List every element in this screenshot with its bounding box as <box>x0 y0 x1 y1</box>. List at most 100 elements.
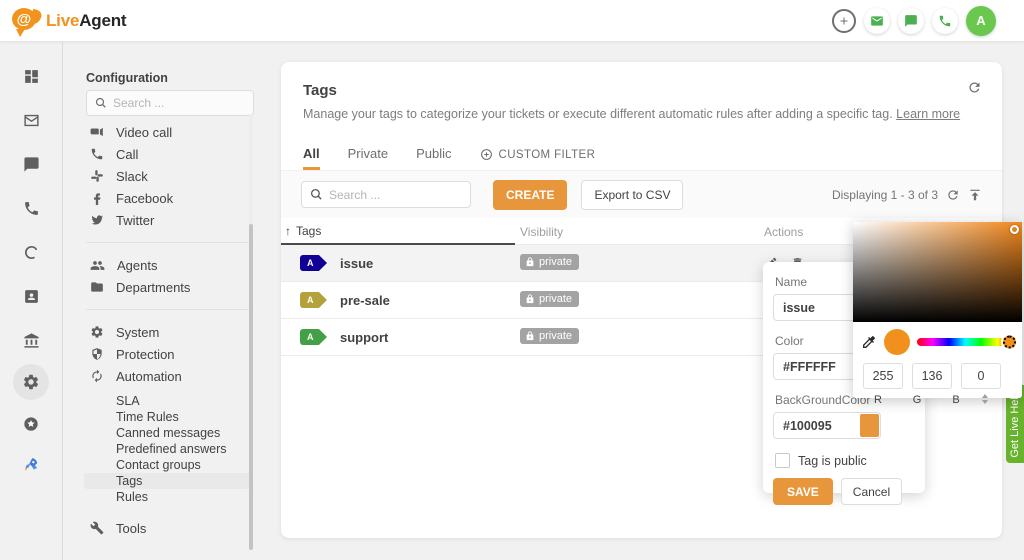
gear-icon <box>90 325 104 339</box>
divider <box>86 309 250 310</box>
refresh-icon <box>967 80 982 95</box>
config-item-system[interactable]: System <box>64 321 264 343</box>
config-item-slack[interactable]: Slack <box>64 165 264 187</box>
nav-billing-button[interactable] <box>13 322 49 358</box>
config-item-video-call[interactable]: Video call <box>64 124 264 143</box>
config-item-tags[interactable]: Tags <box>84 473 250 489</box>
tag-color-pill: A <box>300 255 327 271</box>
tab-public[interactable]: Public <box>416 146 451 170</box>
red-label: R <box>863 394 893 406</box>
tab-private[interactable]: Private <box>348 146 388 170</box>
hue-slider-thumb[interactable] <box>1003 336 1016 349</box>
star-circle-icon <box>23 416 39 432</box>
tag-is-public-checkbox[interactable] <box>775 453 790 468</box>
nav-contacts-button[interactable] <box>13 278 49 314</box>
config-item-call[interactable]: Call <box>64 143 264 165</box>
liveagent-logo[interactable]: @ LiveAgent <box>12 8 126 33</box>
refresh-icon[interactable] <box>946 188 960 202</box>
chat-icon <box>23 156 40 173</box>
tags-toolbar: CREATE Export to CSV Displaying 1 - 3 of… <box>281 171 1002 218</box>
visibility-badge: private <box>520 328 579 344</box>
config-item-rules[interactable]: Rules <box>64 489 250 505</box>
nav-chats-button[interactable] <box>13 146 49 182</box>
color-picker: R G B <box>853 222 1022 398</box>
config-item-tools[interactable]: Tools <box>64 517 264 539</box>
eyedropper-icon[interactable] <box>861 334 877 350</box>
column-header-tags[interactable]: ↑Tags <box>281 218 515 245</box>
config-item-twitter[interactable]: Twitter <box>64 209 264 231</box>
email-icon <box>870 14 884 28</box>
config-menu: Video call Call Slack Facebook Twitter <box>64 124 264 560</box>
top-header: @ LiveAgent A <box>0 0 1024 42</box>
displaying-count: Displaying 1 - 3 of 3 <box>832 188 938 202</box>
config-item-departments[interactable]: Departments <box>64 276 264 298</box>
mode-toggle-icon[interactable] <box>982 394 1012 406</box>
tag-color-pill: A <box>300 292 327 308</box>
new-call-button[interactable] <box>932 8 958 34</box>
background-color-swatch[interactable] <box>860 414 879 437</box>
config-item-facebook[interactable]: Facebook <box>64 187 264 209</box>
learn-more-link[interactable]: Learn more <box>896 107 960 121</box>
slack-icon <box>90 169 104 183</box>
scroll-to-top-icon[interactable] <box>968 188 982 202</box>
panel-refresh-button[interactable] <box>967 80 982 95</box>
tag-name: support <box>340 330 388 345</box>
config-search-box[interactable] <box>86 90 254 116</box>
saturation-area[interactable] <box>853 222 1022 322</box>
wrench-icon <box>90 521 104 535</box>
visibility-badge: private <box>520 291 579 307</box>
nav-calls-button[interactable] <box>13 190 49 226</box>
nav-tickets-button[interactable] <box>13 102 49 138</box>
green-value-input[interactable] <box>912 363 952 389</box>
phone-icon <box>938 14 952 28</box>
create-button[interactable]: CREATE <box>493 180 567 210</box>
config-scrollbar[interactable] <box>249 114 253 550</box>
phone-icon <box>23 200 40 217</box>
tag-name: pre-sale <box>340 293 390 308</box>
page-subtitle: Manage your tags to categorize your tick… <box>303 107 980 121</box>
page-title: Tags <box>303 82 980 99</box>
new-email-button[interactable] <box>864 8 890 34</box>
nav-lifecycle-button[interactable] <box>13 234 49 270</box>
tab-all[interactable]: All <box>303 146 320 170</box>
blue-value-input[interactable] <box>961 363 1001 389</box>
tab-custom-filter[interactable]: CUSTOM FILTER <box>480 148 596 170</box>
add-new-button[interactable] <box>832 9 856 33</box>
video-call-icon <box>90 125 104 139</box>
configuration-title: Configuration <box>86 71 168 85</box>
user-avatar[interactable]: A <box>966 6 996 36</box>
column-header-visibility[interactable]: Visibility <box>515 225 760 239</box>
config-item-canned-messages[interactable]: Canned messages <box>64 425 250 441</box>
save-button[interactable]: SAVE <box>773 478 833 505</box>
circle-progress-icon <box>23 244 40 261</box>
config-item-predefined-answers[interactable]: Predefined answers <box>64 441 250 457</box>
configuration-panel: Configuration Video call Call Slack Face… <box>64 42 281 560</box>
folder-icon <box>90 280 104 294</box>
tags-search-input[interactable] <box>329 188 454 202</box>
export-csv-button[interactable]: Export to CSV <box>581 180 683 210</box>
left-icon-rail <box>0 42 63 560</box>
config-item-protection[interactable]: Protection <box>64 343 264 365</box>
green-label: G <box>902 394 932 406</box>
twitter-icon <box>90 213 104 227</box>
hue-slider[interactable] <box>917 338 1014 346</box>
plus-icon <box>838 15 850 27</box>
saturation-cursor[interactable] <box>1010 225 1019 234</box>
tags-search-box[interactable] <box>301 181 471 208</box>
search-icon <box>95 97 107 109</box>
bank-icon <box>23 332 40 349</box>
config-item-sla[interactable]: SLA <box>64 393 250 409</box>
config-item-time-rules[interactable]: Time Rules <box>64 409 250 425</box>
nav-getting-started-button[interactable] <box>13 446 49 482</box>
config-item-agents[interactable]: Agents <box>64 254 264 276</box>
cancel-button[interactable]: Cancel <box>841 478 902 505</box>
new-chat-button[interactable] <box>898 8 924 34</box>
nav-settings-button[interactable] <box>13 364 49 400</box>
red-value-input[interactable] <box>863 363 903 389</box>
nav-dashboard-button[interactable] <box>13 58 49 94</box>
config-search-input[interactable] <box>113 96 233 110</box>
config-item-contact-groups[interactable]: Contact groups <box>64 457 250 473</box>
call-icon <box>90 147 104 161</box>
config-item-automation[interactable]: Automation <box>64 365 264 387</box>
nav-starred-button[interactable] <box>13 406 49 442</box>
